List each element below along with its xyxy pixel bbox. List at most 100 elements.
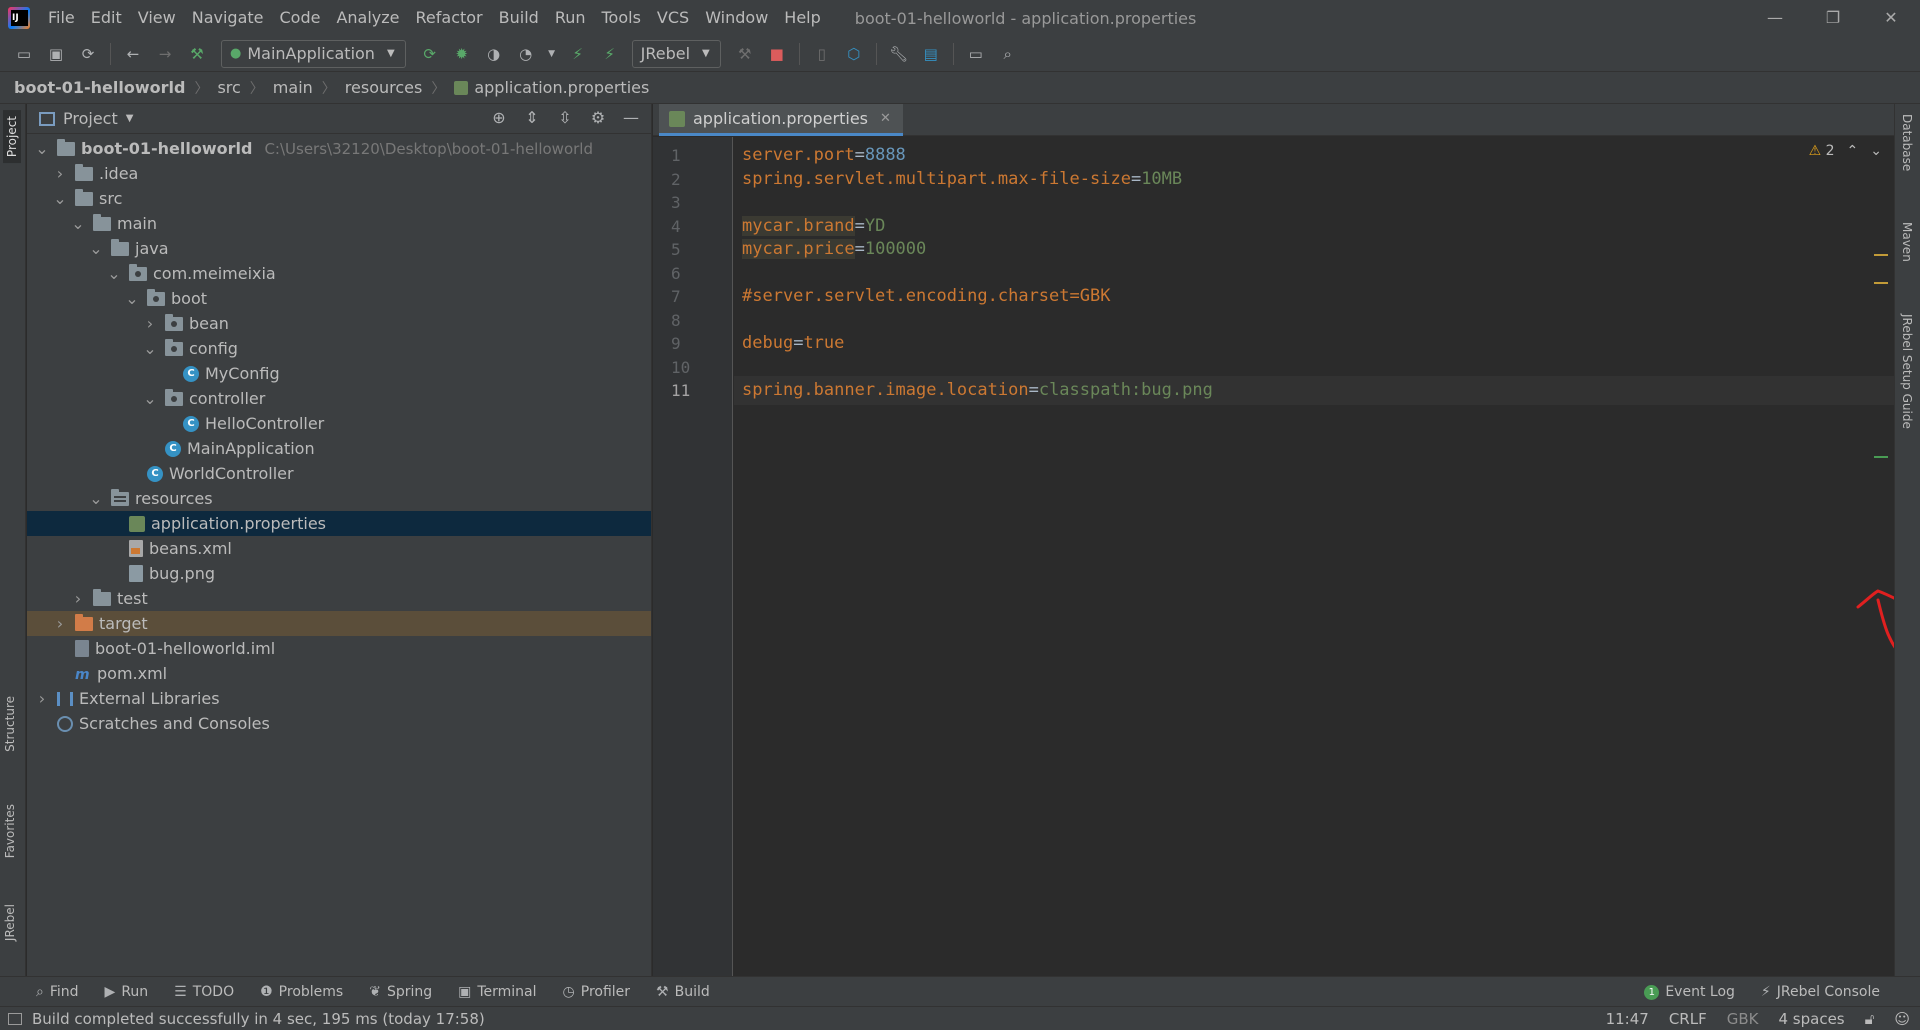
search-icon[interactable]: ⌕ bbox=[997, 43, 1019, 65]
close-tab-icon[interactable]: ✕ bbox=[880, 111, 891, 126]
tree-node[interactable]: ⌄ controller bbox=[27, 386, 651, 411]
run-config-select[interactable]: ● MainApplication ▼ bbox=[221, 39, 406, 68]
tree-node[interactable]: › External Libraries bbox=[27, 686, 651, 711]
breadcrumb-item[interactable]: main bbox=[273, 78, 313, 97]
menu-file[interactable]: File bbox=[40, 0, 83, 36]
project-structure-icon[interactable]: ▤ bbox=[920, 43, 942, 65]
tree-node[interactable]: ⌄ src bbox=[27, 186, 651, 211]
code-line[interactable]: #server.servlet.encoding.charset=GBK bbox=[742, 282, 1110, 311]
chevron-down-icon[interactable]: ⌄ bbox=[125, 289, 139, 308]
sync-icon[interactable]: ⟳ bbox=[77, 43, 99, 65]
file-encoding[interactable]: GBK bbox=[1727, 1010, 1759, 1028]
tree-node[interactable]: › test bbox=[27, 586, 651, 611]
caret-position[interactable]: 11:47 bbox=[1606, 1010, 1649, 1028]
chevron-right-icon[interactable]: › bbox=[53, 614, 67, 633]
indent-setting[interactable]: 4 spaces bbox=[1778, 1010, 1844, 1028]
tree-node[interactable]: application.properties bbox=[27, 511, 651, 536]
code-line[interactable]: spring.servlet.multipart.max-file-size=1… bbox=[742, 165, 1182, 194]
profile-icon[interactable]: ◔ bbox=[515, 43, 537, 65]
jrebel-console-button[interactable]: ⚡ JRebel Console bbox=[1761, 984, 1880, 1000]
line-ending[interactable]: CRLF bbox=[1669, 1010, 1707, 1028]
tree-node[interactable]: boot-01-helloworld.iml bbox=[27, 636, 651, 661]
back-icon[interactable]: ← bbox=[122, 43, 144, 65]
chevron-down-icon[interactable]: ⌄ bbox=[35, 139, 49, 158]
expand-all-icon[interactable]: ⇕ bbox=[520, 108, 544, 127]
menu-code[interactable]: Code bbox=[272, 0, 329, 36]
chevron-right-icon[interactable]: › bbox=[71, 589, 85, 608]
tree-node[interactable]: › bean bbox=[27, 311, 651, 336]
chevron-right-icon[interactable]: › bbox=[53, 164, 67, 183]
chevron-down-icon[interactable]: ⌄ bbox=[89, 489, 103, 508]
settings-wrench-icon[interactable]: 🔧︎ bbox=[888, 43, 910, 65]
collapse-all-icon[interactable]: ⇳ bbox=[553, 108, 577, 127]
save-icon[interactable]: ▣ bbox=[45, 43, 67, 65]
coverage-icon[interactable]: ◑ bbox=[483, 43, 505, 65]
terminal-window-icon[interactable]: ▭ bbox=[965, 43, 987, 65]
gear-icon[interactable]: ⚙ bbox=[586, 108, 610, 127]
jrebel-config-select[interactable]: JRebel ▼ bbox=[631, 39, 721, 68]
menu-run[interactable]: Run bbox=[547, 0, 594, 36]
tree-node[interactable]: ⌄ resources bbox=[27, 486, 651, 511]
chevron-down-icon[interactable]: ⌄ bbox=[53, 189, 67, 208]
tree-node[interactable]: beans.xml bbox=[27, 536, 651, 561]
chevron-down-icon[interactable]: ⌄ bbox=[143, 389, 157, 408]
tree-node[interactable]: Scratches and Consoles bbox=[27, 711, 651, 736]
build-hammer-icon[interactable]: ⚒ bbox=[186, 43, 208, 65]
tree-node[interactable]: ⌄ config bbox=[27, 336, 651, 361]
device-icon[interactable]: ▯ bbox=[811, 43, 833, 65]
project-tool-tab[interactable]: Project bbox=[3, 110, 21, 164]
jrebel-setup-guide-tab[interactable]: JRebel Setup Guide bbox=[1900, 314, 1914, 429]
menu-view[interactable]: View bbox=[130, 0, 184, 36]
tree-node[interactable]: ⌄ com.meimeixia bbox=[27, 261, 651, 286]
chevron-down-icon[interactable]: ⌄ bbox=[71, 214, 85, 233]
ok-marker[interactable] bbox=[1874, 456, 1888, 458]
inspector-icon[interactable]: ☺ bbox=[1894, 1010, 1910, 1028]
menu-vcs[interactable]: VCS bbox=[649, 0, 697, 36]
project-panel-title[interactable]: Project bbox=[63, 109, 118, 128]
rerun-icon[interactable]: ⟳ bbox=[419, 43, 441, 65]
menu-refactor[interactable]: Refactor bbox=[408, 0, 491, 36]
todo-tool-button[interactable]: ☰ TODO bbox=[174, 984, 234, 1000]
event-log-button[interactable]: 1 Event Log bbox=[1644, 984, 1735, 1000]
tool-windows-toggle-icon[interactable] bbox=[8, 1012, 22, 1025]
warning-marker[interactable] bbox=[1874, 254, 1888, 256]
menu-analyze[interactable]: Analyze bbox=[328, 0, 407, 36]
tree-node[interactable]: › target bbox=[27, 611, 651, 636]
tree-node[interactable]: ⌄ java bbox=[27, 236, 651, 261]
more-run-chevron-icon[interactable]: ▼ bbox=[547, 43, 557, 65]
tree-node[interactable]: ⌄ main bbox=[27, 211, 651, 236]
build-tool-button[interactable]: ⚒ Build bbox=[656, 984, 710, 1000]
stop-icon[interactable]: ■ bbox=[766, 43, 788, 65]
chevron-down-icon[interactable]: ⌄ bbox=[89, 239, 103, 258]
breadcrumb-item[interactable]: boot-01-helloworld bbox=[14, 78, 185, 97]
warning-marker[interactable] bbox=[1874, 282, 1888, 284]
structure-tool-tab[interactable]: Structure bbox=[3, 696, 17, 752]
code-line[interactable]: mycar.price=100000 bbox=[742, 235, 926, 264]
spring-tool-button[interactable]: ❦ Spring bbox=[369, 984, 432, 1000]
close-icon[interactable]: ✕ bbox=[1862, 0, 1920, 36]
breadcrumb-item[interactable]: resources bbox=[345, 78, 423, 97]
tree-node[interactable]: C HelloController bbox=[27, 411, 651, 436]
forward-icon[interactable]: → bbox=[154, 43, 176, 65]
favorites-tool-tab[interactable]: Favorites bbox=[3, 804, 17, 858]
tree-node[interactable]: bug.png bbox=[27, 561, 651, 586]
code-editor[interactable]: ⚠ 2 ⌃ ⌄ server.port=8888 spring.servlet.m… bbox=[734, 137, 1908, 976]
code-line[interactable]: debug=true bbox=[742, 329, 844, 358]
open-folder-icon[interactable]: ▭ bbox=[13, 43, 35, 65]
line-number[interactable]: 11 bbox=[671, 376, 690, 405]
chevron-down-icon[interactable]: ⌄ bbox=[107, 264, 121, 283]
menu-tools[interactable]: Tools bbox=[594, 0, 649, 36]
menu-edit[interactable]: Edit bbox=[83, 0, 130, 36]
menu-help[interactable]: Help bbox=[776, 0, 828, 36]
tab-application-properties[interactable]: application.properties ✕ bbox=[659, 104, 903, 136]
jrebel-debug-icon[interactable]: ⚡ bbox=[599, 43, 621, 65]
menu-build[interactable]: Build bbox=[491, 0, 547, 36]
profiler-tool-button[interactable]: ◷ Profiler bbox=[563, 984, 631, 1000]
chevron-up-icon[interactable]: ⌃ bbox=[1847, 143, 1859, 159]
jrebel-tool-tab[interactable]: JRebel bbox=[3, 904, 17, 941]
problems-tool-button[interactable]: ❶ Problems bbox=[260, 984, 343, 1000]
tree-node[interactable]: C WorldController bbox=[27, 461, 651, 486]
chevron-down-icon[interactable]: ⌄ bbox=[1870, 143, 1882, 159]
sdk-manager-icon[interactable]: ⬡ bbox=[843, 43, 865, 65]
menu-navigate[interactable]: Navigate bbox=[184, 0, 272, 36]
